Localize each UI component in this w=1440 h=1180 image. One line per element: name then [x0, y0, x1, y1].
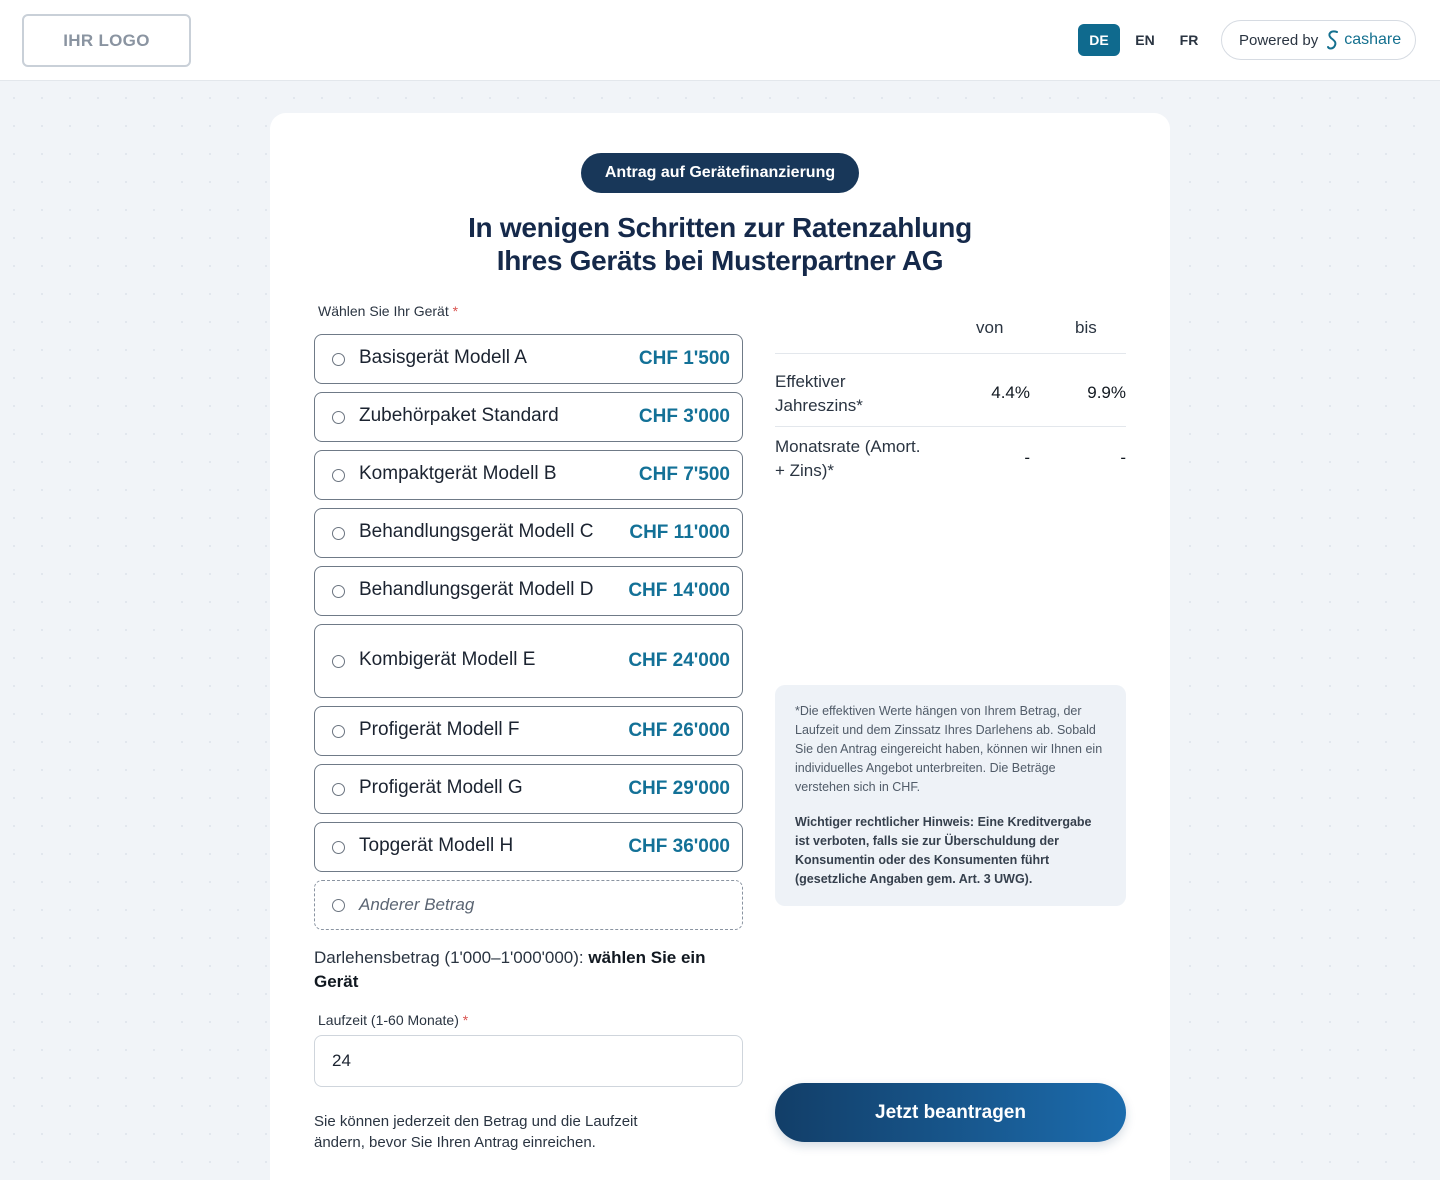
device-name: Topgerät Modell H [359, 835, 514, 856]
loan-amount-prefix: Darlehensbetrag (1'000–1'000'000): [314, 948, 584, 967]
term-field-label: Laufzeit (1-60 Monate) * [318, 1012, 469, 1028]
form-badge: Antrag auf Gerätefinanzierung [581, 153, 859, 193]
loan-amount-text: Darlehensbetrag (1'000–1'000'000): wähle… [314, 946, 744, 994]
device-option[interactable]: Behandlungsgerät Modell D CHF 14'000 [314, 566, 743, 616]
monthly-to-value: - [1120, 448, 1126, 467]
device-name: Profigerät Modell F [359, 719, 520, 740]
device-name: Kompaktgerät Modell B [359, 463, 557, 484]
language-de-button[interactable]: DE [1078, 24, 1120, 56]
device-price: CHF 3'000 [638, 406, 730, 427]
radio-button[interactable] [332, 411, 345, 424]
radio-button[interactable] [332, 527, 345, 540]
device-price: CHF 26'000 [628, 720, 730, 741]
powered-by-badge[interactable]: Powered by cashare [1221, 20, 1416, 60]
device-option[interactable]: Zubehörpaket Standard CHF 3'000 [314, 392, 743, 442]
radio-button[interactable] [332, 783, 345, 796]
device-price: CHF 29'000 [628, 778, 730, 799]
radio-button[interactable] [332, 899, 345, 912]
device-option[interactable]: Topgerät Modell H CHF 36'000 [314, 822, 743, 872]
page-title: In wenigen Schritten zur Ratenzahlung Ih… [270, 211, 1170, 277]
device-price: CHF 1'500 [638, 348, 730, 369]
device-field-label: Wählen Sie Ihr Gerät * [318, 303, 459, 319]
required-mark: * [462, 1012, 469, 1028]
brand-logo: cashare [1325, 29, 1401, 51]
radio-button[interactable] [332, 725, 345, 738]
device-option[interactable]: Profigerät Modell G CHF 29'000 [314, 764, 743, 814]
device-name: Profigerät Modell G [359, 777, 523, 798]
info-box: *Die effektiven Werte hängen von Ihrem B… [775, 685, 1126, 906]
top-header: IHR LOGO DE EN FR Powered by cashare [0, 0, 1440, 81]
col-header-to: bis [1075, 318, 1097, 337]
device-option[interactable]: Kompaktgerät Modell B CHF 7'500 [314, 450, 743, 500]
device-option[interactable]: Kombigerät Modell E CHF 24'000 [314, 624, 743, 698]
device-option[interactable]: Profigerät Modell F CHF 26'000 [314, 706, 743, 756]
powered-by-label: Powered by [1239, 31, 1319, 49]
radio-button[interactable] [332, 841, 345, 854]
device-name: Behandlungsgerät Modell C [359, 521, 594, 542]
language-en-button[interactable]: EN [1124, 24, 1166, 56]
rate-from-value: 4.4% [991, 383, 1030, 402]
title-line-1: In wenigen Schritten zur Ratenzahlung [468, 212, 972, 243]
device-price: CHF 24'000 [628, 650, 730, 671]
radio-button[interactable] [332, 585, 345, 598]
col-header-from: von [976, 318, 1004, 337]
device-price: CHF 11'000 [629, 522, 730, 543]
device-name: Basisgerät Modell A [359, 347, 527, 368]
rate-row-label: Monatsrate (Amort. + Zins)* [775, 437, 921, 480]
other-amount-label: Anderer Betrag [359, 895, 475, 914]
term-input[interactable]: 24 [314, 1035, 743, 1087]
radio-button[interactable] [332, 655, 345, 668]
brand-name: cashare [1344, 31, 1402, 48]
info-text: *Die effektiven Werte hängen von Ihrem B… [795, 704, 1103, 794]
cashare-s-icon [1327, 30, 1339, 50]
title-line-2: Ihres Geräts bei Musterpartner AG [496, 245, 944, 276]
change-note: Sie können jederzeit den Betrag und die … [314, 1113, 638, 1151]
device-name: Zubehörpaket Standard [359, 405, 559, 426]
legal-notice: Wichtiger rechtlicher Hinweis: Eine Kred… [795, 815, 1092, 886]
radio-button[interactable] [332, 353, 345, 366]
device-name: Behandlungsgerät Modell D [359, 579, 594, 600]
device-name: Kombigerät Modell E [359, 649, 536, 670]
monthly-from-value: - [1024, 448, 1030, 467]
device-price: CHF 36'000 [628, 836, 730, 857]
device-option[interactable]: Behandlungsgerät Modell C CHF 11'000 [314, 508, 743, 558]
partner-logo[interactable]: IHR LOGO [22, 14, 191, 67]
rate-to-value: 9.9% [1087, 383, 1126, 402]
device-option[interactable]: Basisgerät Modell A CHF 1'500 [314, 334, 743, 384]
divider [775, 426, 1126, 427]
other-amount-option[interactable]: Anderer Betrag [314, 880, 743, 930]
device-price: CHF 7'500 [638, 464, 730, 485]
rate-row-label: Effektiver Jahreszins* [775, 372, 863, 415]
required-mark: * [452, 303, 459, 319]
divider [775, 353, 1126, 354]
device-price: CHF 14'000 [628, 580, 730, 601]
radio-button[interactable] [332, 469, 345, 482]
language-fr-button[interactable]: FR [1168, 24, 1210, 56]
application-card: Antrag auf Gerätefinanzierung In wenigen… [270, 113, 1170, 1180]
apply-now-button[interactable]: Jetzt beantragen [775, 1083, 1126, 1142]
